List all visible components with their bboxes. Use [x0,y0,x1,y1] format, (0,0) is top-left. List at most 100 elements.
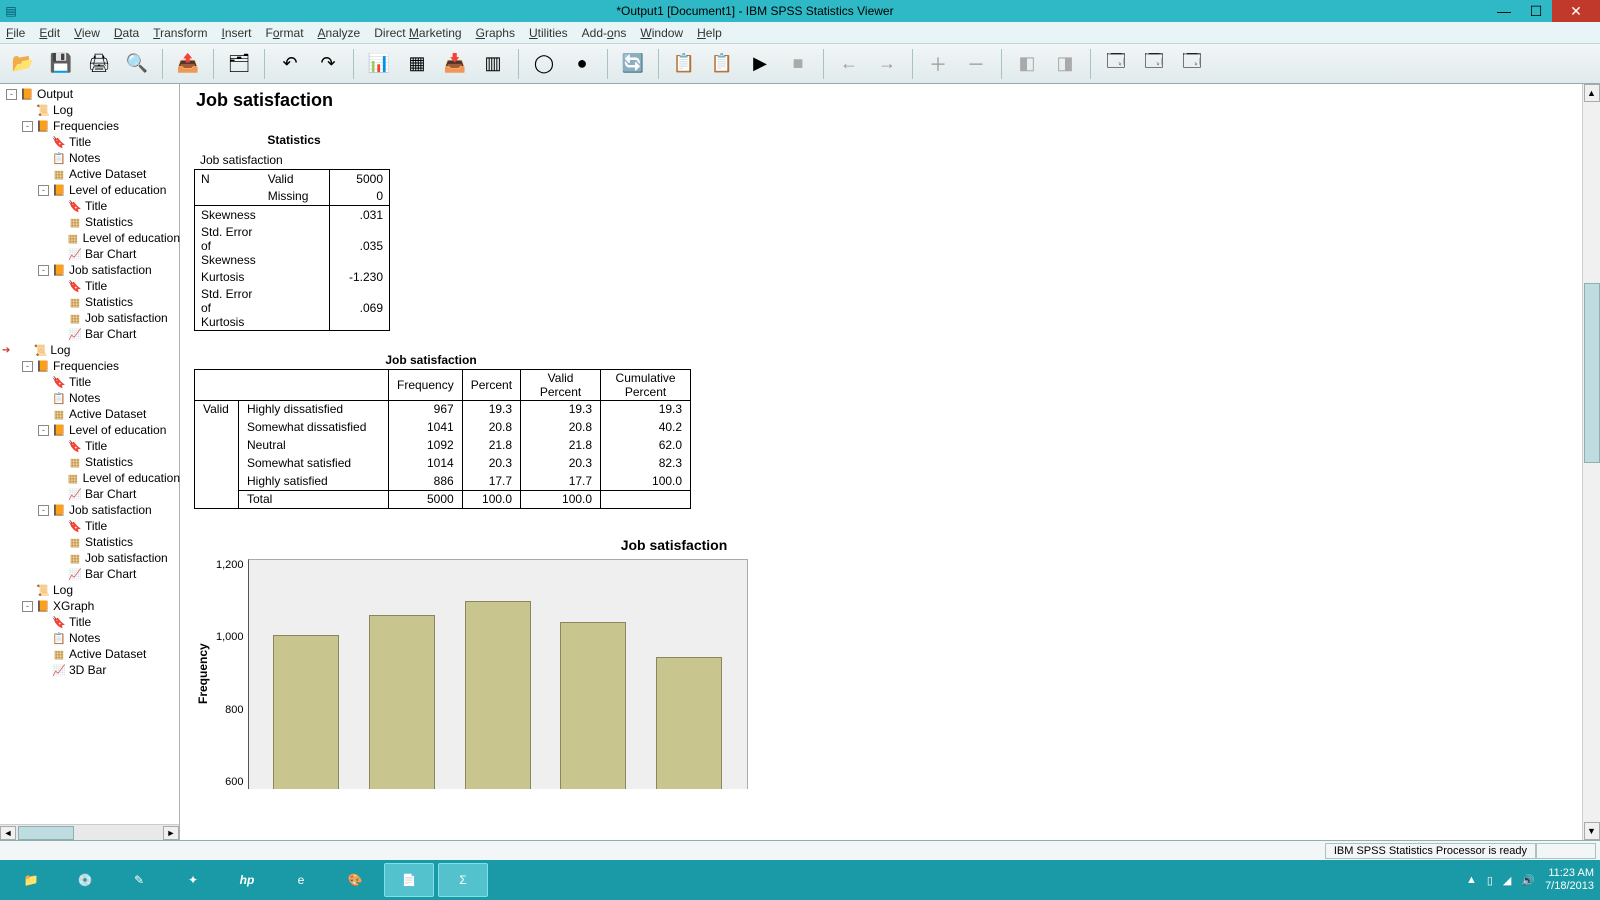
tree-item[interactable]: ▦Active Dataset [2,406,180,422]
redo-button[interactable]: ↷ [311,47,345,81]
zoom-out-button[interactable]: － [959,47,993,81]
save-button[interactable]: 💾 [44,47,78,81]
tree-item[interactable]: 🔖Title [2,438,180,454]
menu-utilities[interactable]: Utilities [529,26,568,40]
tree-item[interactable]: -📙Level of education [2,182,180,198]
task-explorer-icon[interactable]: 📁 [6,863,56,897]
menu-help[interactable]: Help [697,26,722,40]
minimize-button[interactable]: — [1488,0,1520,22]
clipboard-b-icon[interactable]: 📋 [705,47,739,81]
tree-item[interactable]: 📈Bar Chart [2,566,180,582]
tree-item[interactable]: ▦Statistics [2,294,180,310]
task-ie-icon[interactable]: e [276,863,326,897]
variables-button[interactable]: 📥 [438,47,472,81]
task-spss-icon[interactable]: Σ [438,863,488,897]
tree-horizontal-scrollbar[interactable]: ◄ ► [0,824,179,840]
tool-d-icon[interactable]: 🗔 [1137,47,1171,81]
tree-item[interactable]: ▦Level of education [2,230,180,246]
tree-toggle-icon[interactable]: - [38,505,49,516]
tree-item[interactable]: ▦Level of education [2,470,180,486]
undo-button[interactable]: ↶ [273,47,307,81]
output-viewer[interactable]: Job satisfaction Statistics Job satisfac… [180,84,1600,840]
tree-item[interactable]: -📙Job satisfaction [2,502,180,518]
tree-item[interactable]: 🔖Title [2,278,180,294]
run-button[interactable]: ▶ [743,47,777,81]
nav-back-button[interactable]: ← [832,47,866,81]
task-app2-icon[interactable]: ✦ [168,863,218,897]
menu-view[interactable]: View [74,26,100,40]
maximize-button[interactable]: ☐ [1520,0,1552,22]
tree-item[interactable]: 📋Notes [2,150,180,166]
tree-item[interactable]: 📈Bar Chart [2,326,180,342]
menu-data[interactable]: Data [114,26,139,40]
tool-b-icon[interactable]: ● [565,47,599,81]
tree-item[interactable]: -📙Frequencies [2,358,180,374]
tree-item[interactable]: 📋Notes [2,630,180,646]
tree-item[interactable]: ▦Job satisfaction [2,310,180,326]
tree-item[interactable]: 🔖Title [2,134,180,150]
tree-item[interactable]: ▦Job satisfaction [2,550,180,566]
tray-up-icon[interactable]: ▲ [1466,874,1477,886]
taskbar-clock[interactable]: 11:23 AM 7/18/2013 [1545,867,1594,893]
export-button[interactable]: 📤 [171,47,205,81]
tree-toggle-icon[interactable]: - [38,425,49,436]
task-hp-icon[interactable]: hp [222,863,272,897]
close-button[interactable]: ✕ [1552,0,1600,22]
menu-graphs[interactable]: Graphs [476,26,515,40]
tree-item[interactable]: 📈3D Bar [2,662,180,678]
tree-toggle-icon[interactable]: - [6,89,17,100]
menu-analyze[interactable]: Analyze [318,26,361,40]
menu-transform[interactable]: Transform [153,26,207,40]
misc2-icon[interactable]: ◨ [1048,47,1082,81]
tree-item[interactable]: -📙Output [2,86,180,102]
tray-volume-icon[interactable]: 🔊 [1521,874,1535,887]
open-button[interactable]: 📂 [6,47,40,81]
recall-dialog-button[interactable]: 🗂 [222,47,256,81]
tree-item[interactable]: ➔📜Log [2,342,180,358]
tree-item[interactable]: ▦Active Dataset [2,166,180,182]
tree-toggle-icon[interactable]: - [22,601,33,612]
nav-fwd-button[interactable]: → [870,47,904,81]
scroll-left-icon[interactable]: ◄ [0,826,16,840]
clipboard-a-icon[interactable]: 📋 [667,47,701,81]
tree-item[interactable]: -📙Job satisfaction [2,262,180,278]
tree-item[interactable]: -📙XGraph [2,598,180,614]
menu-edit[interactable]: Edit [39,26,60,40]
zoom-in-button[interactable]: ＋ [921,47,955,81]
tree-item[interactable]: ▦Active Dataset [2,646,180,662]
tree-item[interactable]: -📙Frequencies [2,118,180,134]
tree-item[interactable]: 🔖Title [2,614,180,630]
goto-data-button[interactable]: 📊 [362,47,396,81]
tree-toggle-icon[interactable]: - [22,361,33,372]
print-preview-button[interactable]: 🔍 [120,47,154,81]
menu-insert[interactable]: Insert [221,26,251,40]
tool-c-icon[interactable]: 🔄 [616,47,650,81]
tree-item[interactable]: -📙Level of education [2,422,180,438]
menu-direct-marketing[interactable]: Direct Marketing [374,26,461,40]
tree-item[interactable]: 📜Log [2,102,180,118]
scroll-down-icon[interactable]: ▼ [1584,822,1600,840]
tool-e-icon[interactable]: 🗔 [1175,47,1209,81]
outline-tree[interactable]: -📙Output📜Log-📙Frequencies🔖Title📋Notes▦Ac… [0,84,180,824]
tree-toggle-icon[interactable]: - [38,185,49,196]
tray-battery-icon[interactable]: ▯ [1487,874,1493,887]
task-word-icon[interactable]: 📄 [384,863,434,897]
menu-add-ons[interactable]: Add-ons [582,26,627,40]
content-vertical-scrollbar[interactable]: ▲ ▼ [1582,84,1600,840]
tool-a-icon[interactable]: ◯ [527,47,561,81]
tree-item[interactable]: ▦Statistics [2,214,180,230]
tree-item[interactable]: ▦Statistics [2,454,180,470]
print-button[interactable]: 🖨 [82,47,116,81]
tree-item[interactable]: 📋Notes [2,390,180,406]
menu-format[interactable]: Format [266,26,304,40]
tree-toggle-icon[interactable]: - [22,121,33,132]
task-media-icon[interactable]: 💿 [60,863,110,897]
designate-window-button[interactable]: 🗔 [1099,47,1133,81]
task-paint-icon[interactable]: 🎨 [330,863,380,897]
scroll-thumb[interactable] [1584,283,1600,463]
scroll-right-icon[interactable]: ► [163,826,179,840]
scroll-thumb[interactable] [18,826,74,840]
menu-file[interactable]: File [6,26,25,40]
tree-item[interactable]: 📈Bar Chart [2,246,180,262]
goto-case-button[interactable]: ▦ [400,47,434,81]
